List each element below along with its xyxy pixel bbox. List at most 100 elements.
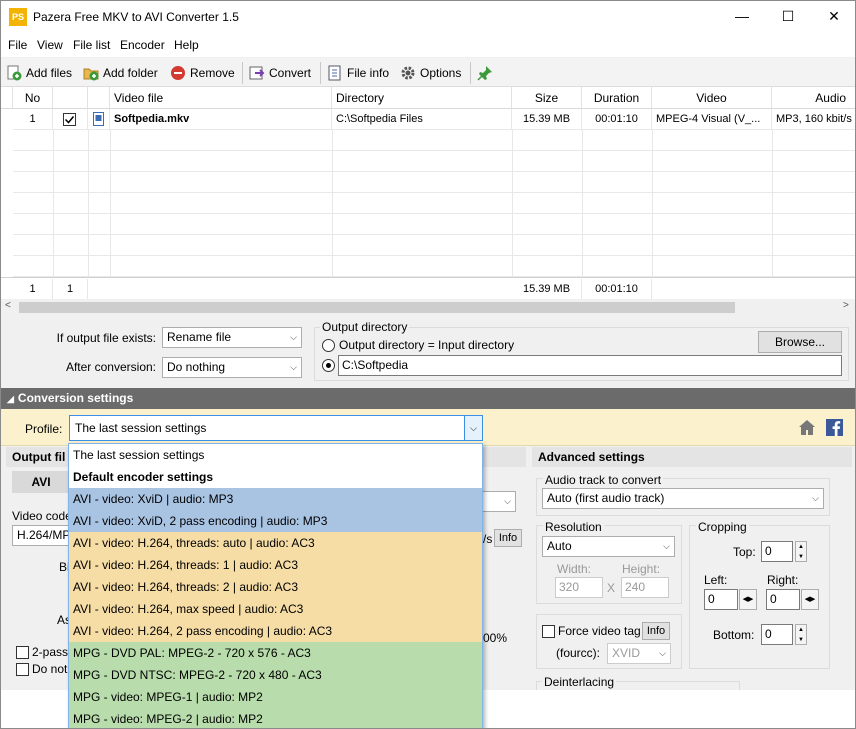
- output-dir-input[interactable]: C:\Softpedia: [338, 355, 842, 376]
- crop-left-spinner[interactable]: ◀▶: [739, 589, 757, 610]
- file-list[interactable]: No Video file Directory Size Duration Vi…: [1, 87, 855, 299]
- col-header-video-file[interactable]: Video file: [110, 87, 332, 109]
- list-item[interactable]: MPG - DVD NTSC: MPEG-2 - 720 x 480 - AC3: [69, 664, 482, 686]
- convert-button[interactable]: Convert: [249, 62, 311, 84]
- options-label: Options: [420, 66, 462, 80]
- after-conversion-value: Do nothing: [167, 360, 226, 374]
- crop-bottom-spinner[interactable]: ▲ ▼: [795, 624, 807, 645]
- col-header-audio[interactable]: Audio: [772, 87, 855, 109]
- list-item[interactable]: Default encoder settings: [69, 466, 482, 488]
- col-header-icon: [88, 87, 110, 109]
- tab-avi[interactable]: AVI: [12, 471, 70, 493]
- list-item[interactable]: AVI - video: H.264, 2 pass encoding | au…: [69, 620, 482, 642]
- audio-track-select[interactable]: Auto (first audio track) ⌵: [542, 488, 824, 509]
- chevron-down-icon[interactable]: ⌵: [464, 416, 482, 440]
- cell-video[interactable]: MPEG-4 Visual (V_...: [652, 109, 772, 130]
- list-item[interactable]: AVI - video: XviD, 2 pass encoding | aud…: [69, 510, 482, 532]
- list-item[interactable]: MPG - video: MPEG-1 | audio: MP2: [69, 686, 482, 708]
- height-label: Height:: [622, 562, 661, 576]
- width-label: Width:: [557, 562, 592, 576]
- list-item[interactable]: AVI - video: H.264, threads: 1 | audio: …: [69, 554, 482, 576]
- list-item[interactable]: The last session settings: [69, 444, 482, 466]
- profile-select[interactable]: The last session settings ⌵: [69, 415, 483, 441]
- toolbar-separator: [470, 62, 471, 84]
- width-input[interactable]: 320: [555, 577, 603, 598]
- add-folder-button[interactable]: Add folder: [83, 62, 158, 84]
- radio-custom-dir[interactable]: [322, 359, 335, 372]
- crop-bottom-input[interactable]: 0: [761, 624, 793, 645]
- grid-line: [512, 130, 513, 277]
- do-not-checkbox[interactable]: [16, 663, 29, 676]
- list-item[interactable]: MPG - video: MPEG-2 | audio: MP2: [69, 708, 482, 728]
- profile-dropdown-list[interactable]: The last session settings Default encode…: [68, 443, 483, 728]
- crop-left-input[interactable]: 0: [704, 589, 738, 610]
- add-files-icon: [6, 65, 22, 81]
- crop-top-input[interactable]: 0: [761, 541, 793, 562]
- grid-line: [582, 130, 583, 277]
- list-item[interactable]: AVI - video: H.264, max speed | audio: A…: [69, 598, 482, 620]
- cell-duration[interactable]: 00:01:10: [582, 109, 652, 130]
- cropping-label: Cropping: [696, 520, 749, 534]
- menu-file[interactable]: File: [8, 38, 27, 52]
- app-window: PS Pazera Free MKV to AVI Converter 1.5 …: [0, 0, 856, 729]
- horizontal-scrollbar[interactable]: < >: [1, 299, 855, 316]
- grid-corner: [1, 87, 13, 109]
- minimize-button[interactable]: —: [719, 1, 765, 33]
- col-header-check[interactable]: [53, 87, 88, 109]
- crop-right-spinner[interactable]: ◀▶: [801, 589, 819, 610]
- pin-button[interactable]: [477, 62, 493, 84]
- scrollbar-thumb[interactable]: [19, 302, 735, 313]
- menu-encoder[interactable]: Encoder: [120, 38, 165, 52]
- cell-directory[interactable]: C:\Softpedia Files: [332, 109, 512, 130]
- col-header-no[interactable]: No: [13, 87, 53, 109]
- cell-size[interactable]: 15.39 MB: [512, 109, 582, 130]
- file-info-button[interactable]: File info: [327, 62, 389, 84]
- col-header-duration[interactable]: Duration: [582, 87, 652, 109]
- options-button[interactable]: Options: [400, 62, 461, 84]
- menu-file-list[interactable]: File list: [73, 38, 110, 52]
- list-item[interactable]: AVI - video: XviD | audio: MP3: [69, 488, 482, 510]
- home-icon[interactable]: [798, 419, 816, 439]
- codec-info-button[interactable]: Info: [494, 529, 522, 547]
- force-tag-checkbox[interactable]: [542, 625, 555, 638]
- facebook-icon[interactable]: [826, 419, 843, 436]
- remove-button[interactable]: Remove: [170, 62, 235, 84]
- cell-audio[interactable]: MP3, 160 kbit/s: [772, 109, 855, 130]
- scroll-left-icon[interactable]: <: [5, 300, 11, 311]
- col-header-video[interactable]: Video: [652, 87, 772, 109]
- radio-input-dir[interactable]: [322, 339, 335, 352]
- browse-button[interactable]: Browse...: [758, 331, 842, 353]
- col-header-size[interactable]: Size: [512, 87, 582, 109]
- crop-top-spinner[interactable]: ▲ ▼: [795, 541, 807, 562]
- maximize-button[interactable]: ☐: [765, 1, 811, 33]
- add-files-label: Add files: [26, 66, 73, 80]
- conversion-settings-header[interactable]: ◢ Conversion settings: [1, 388, 855, 409]
- toolbar-separator: [242, 62, 243, 84]
- list-item[interactable]: AVI - video: H.264, threads: 2 | audio: …: [69, 576, 482, 598]
- fourcc-select[interactable]: XVID ⌵: [607, 643, 671, 664]
- remove-label: Remove: [190, 66, 235, 80]
- cell-no[interactable]: 1: [13, 109, 53, 130]
- table-row-checkbox[interactable]: [53, 109, 88, 130]
- toolbar-separator: [320, 62, 321, 84]
- two-pass-checkbox[interactable]: [16, 646, 29, 659]
- list-item[interactable]: AVI - video: H.264, threads: auto | audi…: [69, 532, 482, 554]
- menu-help[interactable]: Help: [174, 38, 199, 52]
- height-input[interactable]: 240: [621, 577, 669, 598]
- add-files-button[interactable]: Add files: [6, 62, 72, 84]
- resolution-label: Resolution: [543, 520, 604, 534]
- left-panel-select[interactable]: ⌵: [481, 491, 516, 512]
- crop-right-input[interactable]: 0: [766, 589, 800, 610]
- force-tag-info-button[interactable]: Info: [642, 622, 670, 640]
- list-item[interactable]: MPG - DVD PAL: MPEG-2 - 720 x 576 - AC3: [69, 642, 482, 664]
- cell-video-file[interactable]: Softpedia.mkv: [110, 109, 332, 130]
- title-bar: PS Pazera Free MKV to AVI Converter 1.5 …: [1, 1, 855, 33]
- col-header-directory[interactable]: Directory: [332, 87, 512, 109]
- scroll-right-icon[interactable]: >: [843, 300, 849, 311]
- after-conversion-select[interactable]: Do nothing ⌵: [162, 357, 302, 378]
- resolution-select[interactable]: Auto ⌵: [542, 536, 675, 557]
- fourcc-label: (fourcc):: [556, 646, 601, 660]
- if-exists-select[interactable]: Rename file ⌵: [162, 327, 302, 348]
- menu-view[interactable]: View: [37, 38, 63, 52]
- close-button[interactable]: ✕: [811, 1, 855, 33]
